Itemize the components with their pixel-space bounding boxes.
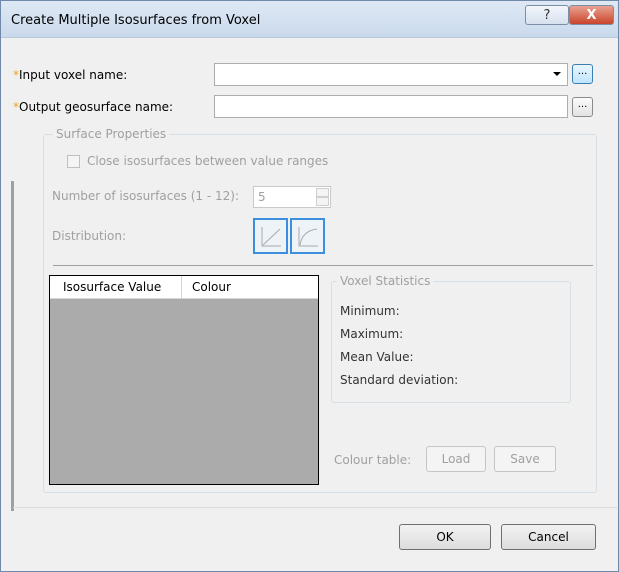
voxel-statistics-group: Minimum: Maximum: Mean Value: Standard d… (331, 281, 571, 403)
distribution-label: Distribution: (52, 229, 127, 243)
window-title: Create Multiple Isosurfaces from Voxel (11, 13, 261, 28)
stat-maximum-label: Maximum: (340, 327, 404, 341)
help-button[interactable]: ? (525, 5, 569, 25)
linear-distribution-button[interactable] (253, 218, 288, 254)
column-header-isosurface-value[interactable]: Isosurface Value (63, 280, 161, 294)
num-isosurfaces-label: Number of isosurfaces (1 - 12): (52, 189, 240, 203)
close-isosurfaces-checkbox[interactable] (67, 155, 80, 168)
colour-table-label: Colour table: (334, 453, 412, 467)
stat-minimum-label: Minimum: (340, 304, 400, 318)
table-header: Isosurface Value Colour (50, 276, 318, 299)
num-isosurfaces-value: 5 (258, 190, 266, 204)
divider (53, 265, 593, 266)
close-icon: X (586, 7, 597, 23)
ok-button[interactable]: OK (399, 524, 491, 550)
column-divider (181, 276, 182, 298)
spin-down-icon[interactable] (316, 197, 329, 206)
column-header-colour[interactable]: Colour (192, 280, 231, 294)
voxel-statistics-title: Voxel Statistics (337, 274, 434, 288)
log-distribution-button[interactable] (290, 218, 325, 254)
output-geosurface-label: *Output geosurface name: (13, 100, 174, 114)
chevron-down-icon[interactable] (553, 72, 561, 76)
output-geosurface-browse-button[interactable]: ... (572, 97, 593, 117)
stat-std-label: Standard deviation: (340, 373, 459, 387)
output-geosurface-input[interactable] (214, 95, 568, 118)
load-button[interactable]: Load (426, 446, 486, 472)
surface-properties-title: Surface Properties (53, 127, 170, 141)
input-voxel-select[interactable] (214, 63, 568, 86)
help-icon: ? (543, 7, 551, 23)
close-button[interactable]: X (569, 5, 614, 25)
footer-divider (13, 507, 617, 508)
title-bar[interactable]: Create Multiple Isosurfaces from Voxel ?… (1, 1, 618, 38)
isosurface-table[interactable]: Isosurface Value Colour (49, 275, 319, 485)
dialog-window: Create Multiple Isosurfaces from Voxel ?… (0, 0, 619, 572)
cancel-button[interactable]: Cancel (501, 524, 596, 550)
num-isosurfaces-stepper[interactable]: 5 (253, 186, 331, 208)
input-voxel-browse-button[interactable]: ... (572, 64, 593, 84)
save-button[interactable]: Save (494, 446, 556, 472)
linear-distribution-icon (261, 227, 281, 247)
input-voxel-label: *Input voxel name: (13, 68, 128, 82)
stat-mean-label: Mean Value: (340, 350, 414, 364)
spin-up-icon[interactable] (316, 188, 329, 197)
close-isosurfaces-label: Close isosurfaces between value ranges (87, 154, 329, 168)
left-edge-shadow (11, 181, 14, 511)
log-distribution-icon (298, 227, 318, 247)
